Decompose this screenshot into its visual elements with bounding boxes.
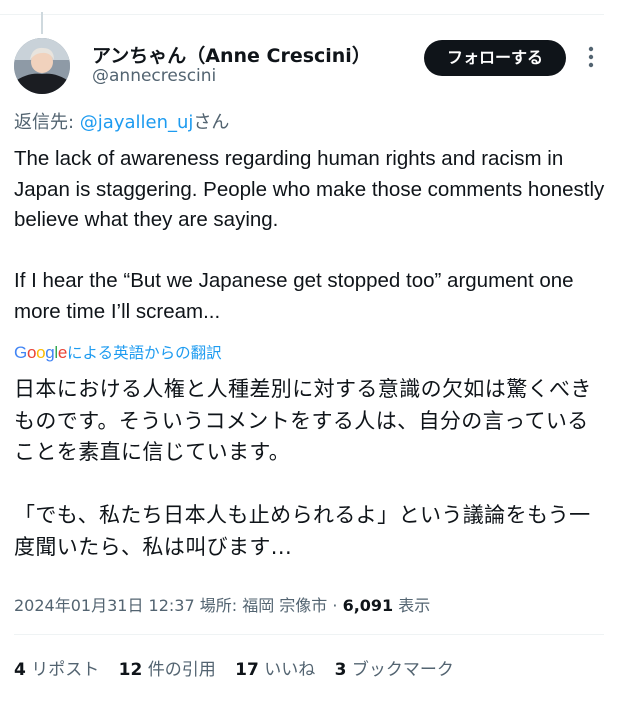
follow-button[interactable]: フォローする (424, 40, 566, 76)
reply-handle-link[interactable]: @jayallen_uj (80, 112, 194, 133)
top-border (0, 14, 604, 15)
translation-caption: による英語からの翻訳 (67, 344, 222, 362)
google-logo: Google (14, 343, 68, 362)
thread-line (41, 12, 43, 34)
reply-prefix: 返信先: (14, 112, 80, 133)
translation-label[interactable]: Googleによる英語からの翻訳 (14, 341, 222, 363)
quotes-count: 12 (118, 660, 143, 680)
tweet-datetime[interactable]: 2024年01月31日 12:37 (14, 596, 195, 615)
translated-text: 日本における人権と人種差別に対する意識の欠如は驚くべきものです。そういうコメント… (14, 377, 592, 559)
reposts-count: 4 (14, 660, 26, 680)
divider (14, 634, 604, 635)
quotes-label: 件の引用 (142, 660, 216, 680)
quotes-stat[interactable]: 12 件の引用 (119, 660, 216, 680)
bookmarks-label: ブックマーク (346, 660, 454, 680)
reply-to: 返信先: @jayallen_ujさん (14, 108, 229, 134)
tweet-location: 場所: 福岡 宗像市 · (194, 596, 343, 615)
tweet-meta: 2024年01月31日 12:37 場所: 福岡 宗像市 · 6,091 表示 (14, 592, 430, 616)
author-handle[interactable]: @annecrescini (92, 66, 216, 86)
avatar-image (14, 38, 70, 94)
bookmarks-stat[interactable]: 3 ブックマーク (335, 660, 454, 680)
likes-count: 17 (235, 660, 259, 680)
author-name[interactable]: アンちゃん（Anne Crescini） (92, 41, 371, 68)
tweet-text: The lack of awareness regarding human ri… (14, 147, 605, 323)
likes-stat[interactable]: 17 いいね (235, 660, 315, 680)
avatar[interactable] (14, 38, 70, 94)
reposts-label: リポスト (25, 660, 100, 680)
views-label: 表示 (393, 596, 431, 615)
views-count: 6,091 (342, 596, 394, 615)
likes-label: いいね (258, 660, 316, 680)
reposts-stat[interactable]: 4 リポスト (14, 660, 99, 680)
bookmarks-count: 3 (334, 660, 347, 680)
more-options-icon[interactable] (585, 44, 597, 70)
engagement-stats: 4 リポスト 12 件の引用 17 いいね 3 ブックマーク (14, 655, 468, 680)
reply-suffix: さん (193, 112, 230, 133)
